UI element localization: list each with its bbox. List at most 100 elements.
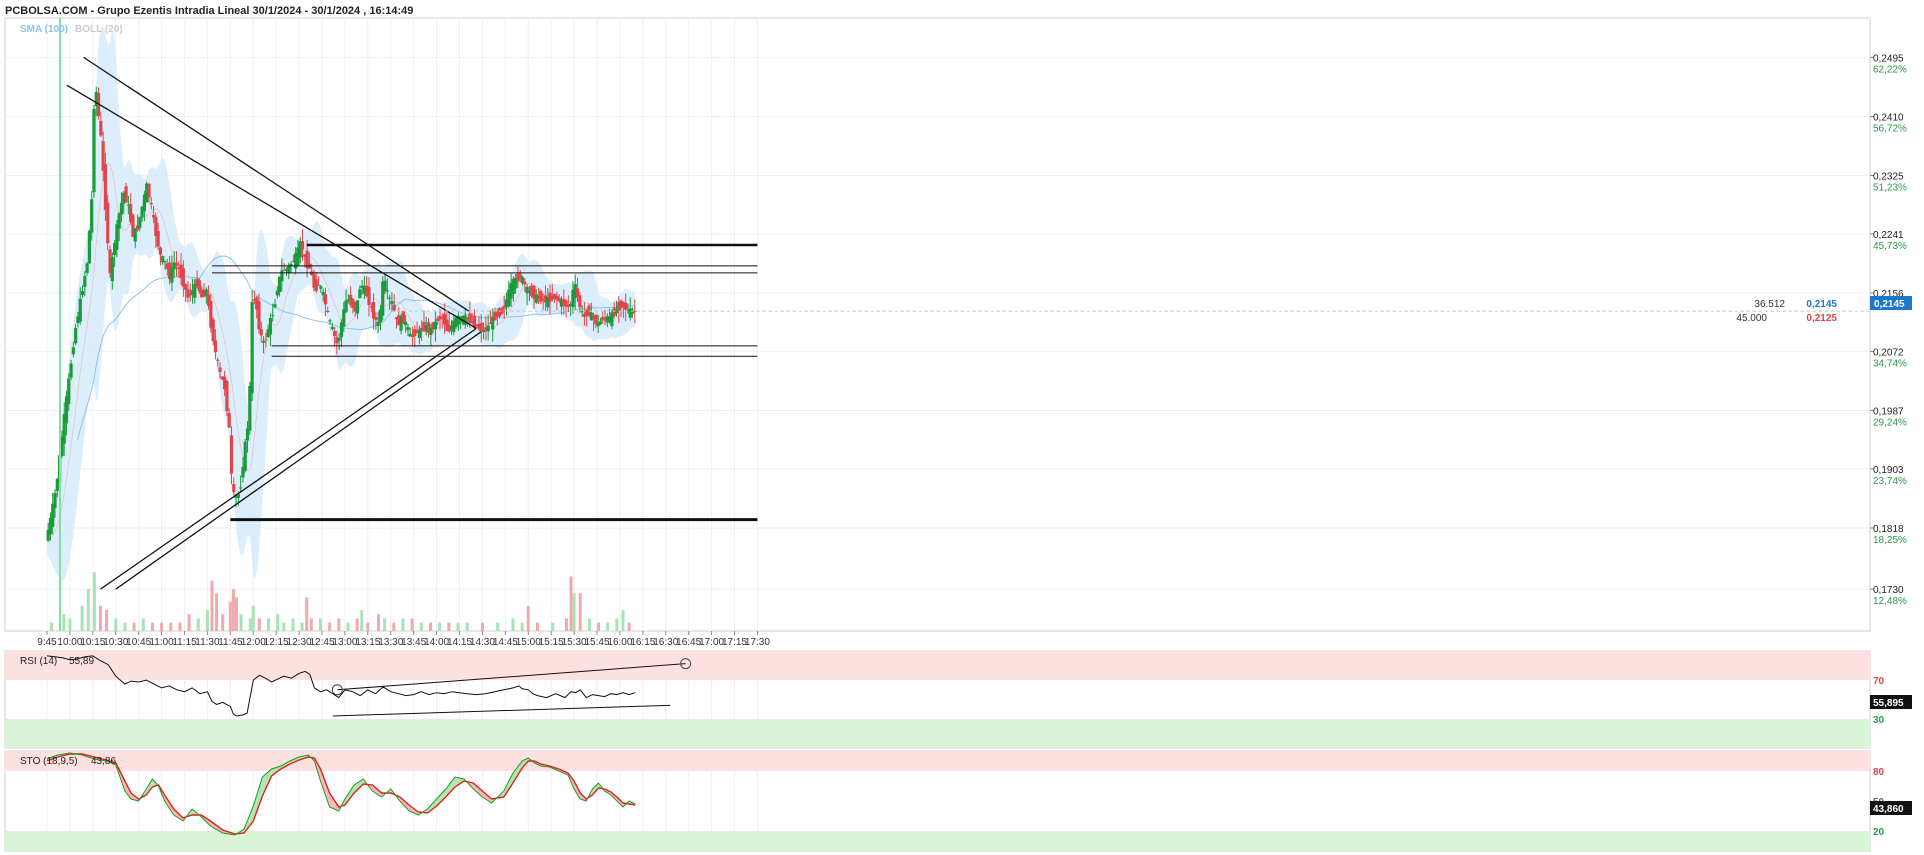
candle-body bbox=[80, 291, 85, 296]
volume-bar bbox=[410, 618, 414, 631]
candle-body bbox=[259, 328, 263, 336]
volume-bar bbox=[572, 593, 576, 631]
x-tick-label: 14:45 bbox=[493, 637, 518, 648]
y-tick-percent: 62,22% bbox=[1873, 64, 1907, 75]
candle-body bbox=[268, 317, 273, 335]
x-tick-label: 16:45 bbox=[676, 637, 701, 648]
candle-body bbox=[598, 321, 603, 325]
volume-bar bbox=[480, 622, 484, 631]
candle-body bbox=[147, 183, 151, 198]
candle-body bbox=[333, 331, 337, 337]
candle-body bbox=[433, 321, 438, 330]
candle-body bbox=[184, 284, 188, 290]
candle-body bbox=[624, 302, 628, 310]
x-tick-label: 13:30 bbox=[378, 637, 403, 648]
candle-body bbox=[216, 359, 220, 361]
x-tick-label: 11:45 bbox=[218, 637, 243, 648]
candle-body bbox=[578, 295, 582, 308]
candle-body bbox=[69, 363, 73, 378]
candle-body bbox=[330, 327, 334, 330]
volume-bar bbox=[438, 622, 442, 631]
volume-bar bbox=[68, 618, 72, 631]
volume-bar bbox=[627, 622, 631, 631]
candle-body bbox=[158, 247, 163, 255]
candle-body bbox=[250, 301, 254, 394]
candle-body bbox=[404, 322, 408, 325]
x-tick-label: 13:15 bbox=[355, 637, 380, 648]
x-tick-label: 13:45 bbox=[401, 637, 426, 648]
ask-price-label: 0,2125 bbox=[1806, 313, 1837, 324]
volume-bar bbox=[300, 622, 304, 631]
x-tick-label: 12:45 bbox=[309, 637, 334, 648]
candle-body bbox=[83, 276, 87, 287]
candle-body bbox=[463, 315, 467, 325]
x-tick-label: 15:45 bbox=[584, 637, 609, 648]
volume-bar bbox=[355, 618, 359, 631]
candle-body bbox=[119, 203, 124, 215]
x-tick-label: 14:15 bbox=[447, 637, 472, 648]
volume-bar bbox=[239, 614, 243, 631]
candle-body bbox=[133, 228, 137, 242]
volume-bar bbox=[447, 622, 451, 631]
candle-body bbox=[232, 484, 236, 493]
candle-body bbox=[99, 120, 103, 136]
x-axis-ticks: 9:45 10:0010:1510:3010:4511:0011:1511:301… bbox=[37, 631, 770, 648]
volume-bar bbox=[86, 589, 90, 631]
candle-body bbox=[156, 231, 160, 247]
rsi-overbought-zone bbox=[5, 651, 1870, 681]
volume-bar bbox=[309, 618, 313, 631]
volume-bar bbox=[141, 618, 145, 631]
rsi-value-tag-text: 55,895 bbox=[1873, 698, 1904, 709]
ask-volume-label: 45.000 bbox=[1736, 313, 1767, 324]
candle-body bbox=[388, 297, 392, 299]
last-price-tag-text: 0,2145 bbox=[1874, 299, 1905, 310]
sto-level-label: 20 bbox=[1873, 827, 1885, 838]
candle-body bbox=[392, 304, 396, 311]
candle-body bbox=[90, 199, 94, 233]
candle-body bbox=[271, 315, 275, 317]
x-tick-label: 10:15 bbox=[80, 637, 105, 648]
sto-legend-value: 43,86 bbox=[91, 756, 116, 767]
x-tick-label: 15:15 bbox=[539, 637, 564, 648]
candle-body bbox=[355, 300, 360, 314]
volume-bar bbox=[215, 593, 219, 631]
candle-body bbox=[342, 309, 346, 327]
volume-bar bbox=[228, 601, 232, 631]
volume-bar bbox=[564, 618, 568, 631]
volume-bar bbox=[105, 610, 109, 631]
candle-body bbox=[261, 341, 266, 343]
rsi-legend-value: 55,89 bbox=[69, 656, 94, 667]
volume-bar bbox=[511, 618, 515, 631]
candle-body bbox=[280, 270, 284, 282]
volume-bar bbox=[318, 618, 322, 631]
volume-bar bbox=[231, 589, 235, 631]
volume-bar bbox=[606, 622, 610, 631]
y-tick-percent: 18,25% bbox=[1873, 535, 1907, 546]
candle-body bbox=[211, 319, 215, 342]
candle-body bbox=[383, 280, 387, 292]
volume-bar bbox=[178, 622, 182, 631]
volume-bar bbox=[526, 605, 530, 631]
volume-bar bbox=[346, 622, 350, 631]
volume-bar bbox=[196, 618, 200, 631]
candle-body bbox=[67, 378, 71, 405]
candle-body bbox=[87, 230, 91, 264]
y-tick-percent: 45,73% bbox=[1873, 241, 1907, 252]
volume-bar bbox=[150, 622, 154, 631]
volume-bar bbox=[587, 618, 591, 631]
candle-body bbox=[323, 294, 328, 305]
rsi-legend: RSI (14) bbox=[20, 656, 57, 667]
volume-bar bbox=[383, 618, 387, 631]
volume-bar bbox=[221, 614, 225, 631]
volume-bar bbox=[366, 622, 370, 631]
y-tick-percent: 12,48% bbox=[1873, 596, 1907, 607]
volume-bar bbox=[62, 614, 66, 631]
volume-bar bbox=[392, 622, 396, 631]
x-tick-label: 14:00 bbox=[424, 637, 449, 648]
candle-body bbox=[287, 265, 291, 273]
candle-body bbox=[218, 367, 222, 372]
candle-body bbox=[273, 304, 277, 308]
y-tick-price: 0,1903 bbox=[1873, 465, 1904, 476]
candle-body bbox=[337, 337, 341, 341]
candle-body bbox=[523, 281, 527, 285]
